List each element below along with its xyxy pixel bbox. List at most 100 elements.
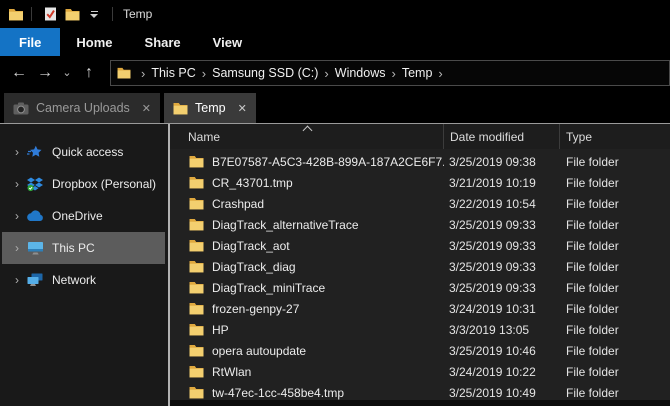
breadcrumb-chevron-icon[interactable]: ›	[385, 66, 401, 81]
folder-icon	[189, 197, 204, 210]
file-row[interactable]: DiagTrack_miniTrace 3/25/2019 09:33 File…	[170, 277, 670, 298]
file-name: DiagTrack_miniTrace	[212, 281, 325, 295]
file-name: HP	[212, 323, 229, 337]
up-button[interactable]: ↑	[76, 65, 102, 81]
folder-icon	[189, 176, 204, 189]
file-rows: B7E07587-A5C3-428B-899A-187A2CE6F7... 3/…	[170, 149, 670, 400]
tab-close-icon[interactable]: ✕	[142, 102, 151, 115]
file-row[interactable]: DiagTrack_aot 3/25/2019 09:33 File folde…	[170, 235, 670, 256]
folder-icon	[189, 281, 204, 294]
breadcrumb-item-temp[interactable]: Temp	[402, 66, 433, 80]
breadcrumb-folder-icon	[117, 67, 131, 79]
breadcrumb-chevron-icon[interactable]: ›	[318, 66, 334, 81]
file-type: File folder	[560, 298, 670, 319]
qat-properties-button[interactable]	[39, 3, 61, 25]
star-icon	[26, 144, 44, 160]
folder-icon	[189, 155, 204, 168]
tab-temp[interactable]: Temp ✕	[164, 93, 256, 123]
file-date-modified: 3/25/2019 10:46	[444, 340, 560, 361]
main-content: › Quick access ›	[0, 123, 670, 406]
file-date-modified: 3/25/2019 09:33	[444, 256, 560, 277]
expand-chevron-icon[interactable]: ›	[10, 209, 24, 223]
file-date-modified: 3/25/2019 09:33	[444, 214, 560, 235]
file-date-modified: 3/25/2019 09:33	[444, 235, 560, 256]
file-date-modified: 3/24/2019 10:31	[444, 298, 560, 319]
expand-chevron-icon[interactable]: ›	[10, 241, 24, 255]
sidebar-item-this-pc[interactable]: › This PC	[2, 232, 165, 264]
new-folder-icon	[65, 8, 80, 21]
menu-view[interactable]: View	[197, 28, 258, 56]
file-list-pane: Name Date modified Type B7E07587-A5C3-42…	[170, 124, 670, 406]
recent-locations-button[interactable]: ⌄	[58, 68, 76, 79]
file-row[interactable]: B7E07587-A5C3-428B-899A-187A2CE6F7... 3/…	[170, 151, 670, 172]
qat-customize-dropdown[interactable]	[83, 3, 105, 25]
folder-icon	[173, 102, 188, 115]
file-row[interactable]: DiagTrack_alternativeTrace 3/25/2019 09:…	[170, 214, 670, 235]
file-date-modified: 3/25/2019 09:33	[444, 277, 560, 298]
qat-new-folder-button[interactable]	[61, 3, 83, 25]
sidebar-item-label: Quick access	[52, 145, 123, 159]
file-row[interactable]: RtWlan 3/24/2019 10:22 File folder	[170, 361, 670, 382]
tab-camera-uploads[interactable]: Camera Uploads ✕	[4, 93, 160, 123]
file-type: File folder	[560, 361, 670, 382]
sidebar-item-label: Network	[52, 273, 96, 287]
pane-bottom-edge	[170, 400, 670, 406]
expand-chevron-icon[interactable]: ›	[10, 177, 24, 191]
computer-icon	[26, 240, 44, 256]
tab-label: Temp	[195, 101, 226, 115]
column-header-date-modified[interactable]: Date modified	[444, 124, 560, 149]
file-type: File folder	[560, 340, 670, 361]
file-type: File folder	[560, 235, 670, 256]
camera-icon	[13, 102, 29, 115]
chevron-down-icon	[86, 11, 102, 18]
file-row[interactable]: frozen-genpy-27 3/24/2019 10:31 File fol…	[170, 298, 670, 319]
sidebar-item-onedrive[interactable]: › OneDrive	[2, 200, 165, 232]
tab-close-icon[interactable]: ✕	[238, 102, 247, 115]
column-headers: Name Date modified Type	[170, 124, 670, 149]
file-row[interactable]: CR_43701.tmp 3/21/2019 10:19 File folder	[170, 172, 670, 193]
file-row[interactable]: tw-47ec-1cc-458be4.tmp 3/25/2019 10:49 F…	[170, 382, 670, 400]
network-icon	[26, 272, 44, 288]
file-name: CR_43701.tmp	[212, 176, 293, 190]
file-date-modified: 3/24/2019 10:22	[444, 361, 560, 382]
menu-home[interactable]: Home	[60, 28, 128, 56]
folder-icon	[189, 386, 204, 399]
file-type: File folder	[560, 382, 670, 400]
file-date-modified: 3/25/2019 09:38	[444, 151, 560, 172]
titlebar-separator	[31, 7, 32, 21]
forward-button[interactable]: →	[32, 65, 58, 81]
file-row[interactable]: DiagTrack_diag 3/25/2019 09:33 File fold…	[170, 256, 670, 277]
menu-share[interactable]: Share	[129, 28, 197, 56]
breadcrumb-item-drive[interactable]: Samsung SSD (C:)	[212, 66, 318, 80]
file-type: File folder	[560, 277, 670, 298]
breadcrumb-item-this-pc[interactable]: This PC	[151, 66, 195, 80]
sidebar-item-dropbox[interactable]: › Dropbox (Personal)	[2, 168, 165, 200]
file-row[interactable]: HP 3/3/2019 13:05 File folder	[170, 319, 670, 340]
folder-icon	[189, 260, 204, 273]
breadcrumb-chevron-icon[interactable]: ›	[196, 66, 212, 81]
breadcrumb-chevron-icon[interactable]: ›	[135, 66, 151, 81]
back-button[interactable]: ←	[6, 65, 32, 81]
menu-file[interactable]: File	[0, 28, 60, 56]
expand-chevron-icon[interactable]: ›	[10, 273, 24, 287]
expand-chevron-icon[interactable]: ›	[10, 145, 24, 159]
dropbox-icon	[26, 176, 44, 192]
file-name: RtWlan	[212, 365, 251, 379]
file-name: B7E07587-A5C3-428B-899A-187A2CE6F7...	[212, 155, 444, 169]
tab-bar: Camera Uploads ✕ Temp ✕	[0, 90, 670, 123]
sidebar-item-quick-access[interactable]: › Quick access	[2, 136, 165, 168]
breadcrumb[interactable]: › This PC › Samsung SSD (C:) › Windows ›…	[110, 60, 670, 86]
sidebar-item-network[interactable]: › Network	[2, 264, 165, 296]
window-title: Temp	[123, 7, 152, 21]
file-type: File folder	[560, 193, 670, 214]
file-type: File folder	[560, 256, 670, 277]
file-row[interactable]: Crashpad 3/22/2019 10:54 File folder	[170, 193, 670, 214]
sidebar-item-label: Dropbox (Personal)	[52, 177, 156, 191]
folder-icon	[189, 218, 204, 231]
file-date-modified: 3/3/2019 13:05	[444, 319, 560, 340]
column-header-type[interactable]: Type	[560, 124, 670, 149]
breadcrumb-item-windows[interactable]: Windows	[335, 66, 386, 80]
file-row[interactable]: opera autoupdate 3/25/2019 10:46 File fo…	[170, 340, 670, 361]
breadcrumb-chevron-icon[interactable]: ›	[432, 66, 448, 81]
sidebar-item-label: This PC	[52, 241, 95, 255]
